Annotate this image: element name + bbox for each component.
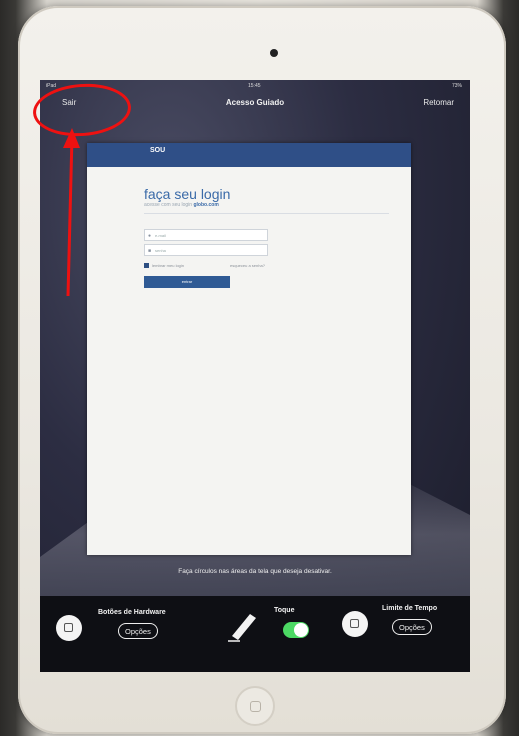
email-placeholder: e-mail [155,233,166,238]
hardware-buttons-toggle[interactable] [56,615,82,641]
subtitle-text: acesse com seu login [144,202,193,208]
divider [144,213,389,214]
square-icon [350,619,359,628]
time-limit-label: Limite de Tempo [382,605,438,612]
login-subtitle: acesse com seu login globo.com [144,202,219,208]
subtitle-brand: globo.com [193,202,219,208]
home-square-icon [250,701,261,712]
sou-logo: SOU [150,147,166,154]
square-icon [64,623,73,632]
carrier-label: iPad [46,83,57,89]
webpage-header: SOU [87,143,411,167]
time-limit-options-button[interactable]: Opções [392,619,432,635]
lock-icon: ■ [148,248,152,254]
battery-label: 73% [451,83,462,89]
hardware-options-button[interactable]: Opções [118,623,158,639]
guided-access-options-bar: Botões de Hardware Opções Toque Limite d… [40,596,470,672]
time-limit-toggle[interactable] [342,611,368,637]
password-placeholder: senha [155,248,166,253]
user-icon: ● [148,233,152,239]
login-webpage-preview: SOU faça seu login acesse com seu login … [87,143,411,555]
home-button-icon[interactable] [235,686,275,726]
pen-icon [228,614,256,642]
status-time: 15:45 [248,83,261,89]
instruction-text: Faça círculos nas áreas da tela que dese… [178,568,332,575]
forgot-password-link[interactable]: esqueceu a senha? [230,263,265,268]
login-title: faça seu login [144,186,231,202]
hardware-label: Botões de Hardware [98,609,166,616]
email-field[interactable]: ● e-mail [144,229,268,241]
resume-button[interactable]: Retomar [423,98,454,107]
toggle-knob [294,623,308,637]
remember-label: lembrar meu login [152,263,185,268]
remember-checkbox[interactable]: lembrar meu login [144,263,184,268]
touch-label: Toque [274,607,295,614]
password-field[interactable]: ■ senha [144,244,268,256]
checkbox-icon [144,263,149,268]
camera-icon [270,49,278,57]
submit-button[interactable]: entrar [144,276,230,288]
touch-toggle[interactable] [283,622,309,638]
